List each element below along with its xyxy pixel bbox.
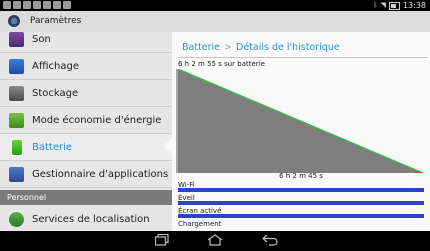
breadcrumb-separator-icon: > [224,42,232,53]
sidebar-item-app-manager[interactable]: Gestionnaire d'applications [0,161,172,188]
wifi-icon: ◥ [380,1,386,9]
action-bar: Paramètres [0,11,430,33]
indicator-label-chargement: Chargement [178,220,222,228]
sidebar-item-label: Affichage [32,61,79,72]
sidebar-item-affichage[interactable]: Affichage [0,53,172,80]
sidebar-item-location[interactable]: Services de localisation [0,206,172,231]
settings-list: Son Affichage Stockage Mode économie d'é… [0,32,172,231]
breadcrumb: Batterie > Détails de l'historique [182,42,340,53]
app-title: Paramètres [30,16,82,26]
breadcrumb-parent[interactable]: Batterie [182,42,220,53]
navigation-bar [0,231,430,251]
divider [178,57,428,58]
storage-icon [9,86,24,101]
home-button[interactable] [200,231,230,251]
sidebar-item-label: Gestionnaire d'applications [32,169,169,180]
sidebar-item-label: Mode économie d'énergie [32,115,162,126]
back-button[interactable] [255,231,285,251]
battery-icon [12,140,22,155]
chart-x-label: 6 h 2 m 45 s [279,172,323,180]
battery-history-chart [176,69,424,173]
sidebar-item-label: Batterie [32,142,73,153]
battery-icon [388,1,400,10]
recent-apps-icon [155,234,169,246]
sidebar-item-power-saving[interactable]: Mode économie d'énergie [0,107,172,134]
notification-icon [23,1,31,9]
status-bar: ᛒ ◥ 13:38 [0,0,430,11]
breadcrumb-current: Détails de l'historique [236,42,340,53]
speaker-icon [9,32,24,47]
notification-icons [3,1,71,9]
sidebar-item-label: Stockage [32,88,79,99]
selection-pointer [164,137,173,155]
section-header-label: Personnel [7,193,47,202]
apps-icon [9,167,24,182]
notification-icon [63,1,71,9]
recent-apps-button[interactable] [147,231,177,251]
bluetooth-icon: ᛒ [373,1,378,9]
indicator-bar-eveil [178,201,424,205]
battery-history-panel: Batterie > Détails de l'historique 6 h 2 m… [172,32,430,231]
back-icon [262,234,278,246]
notification-icon [43,1,51,9]
screenshot-icon [3,1,11,9]
sidebar-item-son[interactable]: Son [0,32,172,53]
clock: 13:38 [402,1,426,10]
notification-icon [33,1,41,9]
status-icons: ᛒ ◥ 13:38 [373,0,426,11]
location-icon [9,212,24,227]
section-header-personnel: Personnel [0,190,172,205]
notification-icon [13,1,21,9]
sidebar-item-label: Son [32,34,51,45]
indicator-bar-wifi [178,188,424,192]
sidebar-item-label: Services de localisation [32,214,150,225]
sidebar-item-stockage[interactable]: Stockage [0,80,172,107]
settings-app-icon[interactable] [8,15,20,27]
indicator-bar-ecran [178,214,424,218]
notification-icon [53,1,61,9]
home-icon [207,234,223,246]
sidebar-item-batterie[interactable]: Batterie [0,134,172,161]
display-icon [9,59,24,74]
power-saving-icon [9,113,24,128]
chart-title: 6 h 2 m 55 s sur batterie [178,60,265,68]
